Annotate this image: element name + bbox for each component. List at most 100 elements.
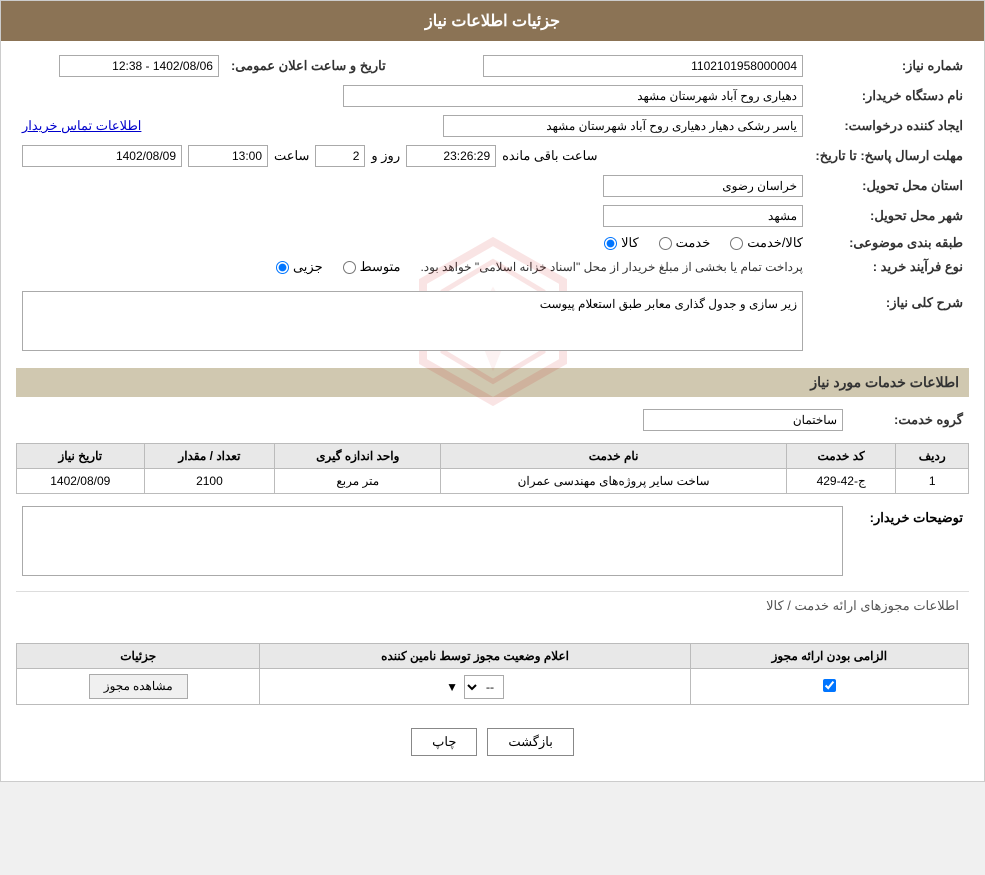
- permit-row: -- ▼ مشاهده مجوز: [17, 669, 969, 705]
- purchase-type-options: پرداخت تمام یا بخشی از مبلغ خریدار از مح…: [16, 255, 809, 279]
- requester-label: ایجاد کننده درخواست:: [809, 111, 969, 141]
- deadline-time-label: ساعت: [274, 148, 309, 164]
- services-section-header: اطلاعات خدمات مورد نیاز: [16, 368, 969, 397]
- purchase-motavasset-label: متوسط: [360, 259, 401, 275]
- deadline-label: مهلت ارسال پاسخ: تا تاریخ:: [809, 141, 969, 171]
- col-service-name: نام خدمت: [441, 444, 787, 469]
- service-group-table: گروه خدمت:: [16, 405, 969, 435]
- row-announcement-number: شماره نیاز: تاریخ و ساعت اعلان عمومی:: [16, 51, 969, 81]
- page-wrapper: جزئیات اطلاعات نیاز شماره نیاز: تاریخ و …: [0, 0, 985, 782]
- spacer: [16, 620, 969, 635]
- services-table: ردیف کد خدمت نام خدمت واحد اندازه گیری ت…: [16, 443, 969, 494]
- remaining-time-input[interactable]: [406, 145, 496, 167]
- permits-table: الزامی بودن ارائه مجوز اعلام وضعیت مجوز …: [16, 643, 969, 705]
- need-desc-textarea[interactable]: زیر سازی و جدول گذاری معابر طبق استعلام …: [22, 291, 803, 351]
- permit-required-checkbox[interactable]: [823, 679, 836, 692]
- row-province: استان محل تحویل:: [16, 171, 969, 201]
- buyer-name-value: [16, 81, 809, 111]
- permit-col-required: الزامی بودن ارائه مجوز: [690, 644, 968, 669]
- need-desc-row: شرح کلی نیاز: زیر سازی و جدول گذاری معاب…: [16, 287, 969, 358]
- remaining-days-label: روز و: [371, 148, 400, 164]
- permit-col-status: اعلام وضعیت مجوز توسط نامین کننده: [260, 644, 690, 669]
- deadline-date-input[interactable]: [22, 145, 182, 167]
- requester-value: [225, 111, 809, 141]
- services-table-body: 1 ج-42-429 ساخت سایر پروژه‌های مهندسی عم…: [17, 469, 969, 494]
- category-khadamat-radio[interactable]: [659, 237, 672, 250]
- permit-status-select[interactable]: --: [464, 675, 504, 699]
- purchase-motavasset-radio[interactable]: [343, 261, 356, 274]
- city-value: [16, 201, 809, 231]
- page-title: جزئیات اطلاعات نیاز: [425, 13, 560, 30]
- category-khadamat-item: خدمت: [659, 235, 711, 251]
- category-khadamat-label: خدمت: [676, 235, 711, 251]
- service-group-input[interactable]: [643, 409, 843, 431]
- announcement-number-value: [406, 51, 809, 81]
- announcement-number-label: شماره نیاز:: [809, 51, 969, 81]
- province-input[interactable]: [603, 175, 803, 197]
- cell-row-num: 1: [896, 469, 969, 494]
- permit-col-details: جزئیات: [17, 644, 260, 669]
- services-table-head: ردیف کد خدمت نام خدمت واحد اندازه گیری ت…: [17, 444, 969, 469]
- buyer-notes-label: توضیحات خریدار:: [849, 502, 969, 583]
- service-group-label: گروه خدمت:: [849, 405, 969, 435]
- requester-input[interactable]: [443, 115, 803, 137]
- cell-qty: 2100: [144, 469, 275, 494]
- row-city: شهر محل تحویل:: [16, 201, 969, 231]
- purchase-desc: پرداخت تمام یا بخشی از مبلغ خریدار از مح…: [420, 260, 803, 274]
- category-kala-label: کالا: [621, 235, 639, 251]
- remaining-days-input[interactable]: [315, 145, 365, 167]
- announce-date-input[interactable]: [59, 55, 219, 77]
- row-deadline: مهلت ارسال پاسخ: تا تاریخ: ساعت باقی مان…: [16, 141, 969, 171]
- dropdown-icon: ▼: [446, 680, 458, 694]
- services-table-header-row: ردیف کد خدمت نام خدمت واحد اندازه گیری ت…: [17, 444, 969, 469]
- permit-status-cell: -- ▼: [260, 669, 690, 705]
- bottom-buttons: بازگشت چاپ: [16, 713, 969, 771]
- row-buyer-name: نام دستگاه خریدار:: [16, 81, 969, 111]
- need-desc-value: زیر سازی و جدول گذاری معابر طبق استعلام …: [16, 287, 809, 358]
- city-input[interactable]: [603, 205, 803, 227]
- province-label: استان محل تحویل:: [809, 171, 969, 201]
- col-service-code: کد خدمت: [786, 444, 895, 469]
- col-qty: تعداد / مقدار: [144, 444, 275, 469]
- buyer-notes-table: توضیحات خریدار:: [16, 502, 969, 583]
- table-row: 1 ج-42-429 ساخت سایر پروژه‌های مهندسی عم…: [17, 469, 969, 494]
- purchase-jozee-radio[interactable]: [276, 261, 289, 274]
- permits-section-title: اطلاعات مجوزهای ارائه خدمت / کالا: [16, 591, 969, 620]
- row-purchase-type: نوع فرآیند خرید : پرداخت تمام یا بخشی از…: [16, 255, 969, 279]
- permit-details-cell: مشاهده مجوز: [17, 669, 260, 705]
- purchase-type-label: نوع فرآیند خرید :: [809, 255, 969, 279]
- main-content: شماره نیاز: تاریخ و ساعت اعلان عمومی: نا…: [1, 41, 984, 781]
- view-permit-button[interactable]: مشاهده مجوز: [89, 674, 188, 699]
- category-kala-radio[interactable]: [604, 237, 617, 250]
- service-group-row: گروه خدمت:: [16, 405, 969, 435]
- category-label: طبقه بندی موضوعی:: [809, 231, 969, 255]
- announcement-number-input[interactable]: [483, 55, 803, 77]
- page-header: جزئیات اطلاعات نیاز: [1, 1, 984, 41]
- deadline-time-input[interactable]: [188, 145, 268, 167]
- print-button[interactable]: چاپ: [411, 728, 477, 756]
- contact-link-cell: اطلاعات تماس خریدار: [16, 111, 225, 141]
- buyer-name-label: نام دستگاه خریدار:: [809, 81, 969, 111]
- need-description-section: شرح کلی نیاز: زیر سازی و جدول گذاری معاب…: [16, 287, 969, 358]
- cell-need-date: 1402/08/09: [17, 469, 145, 494]
- contact-link[interactable]: اطلاعات تماس خریدار: [22, 118, 141, 133]
- permits-table-body: -- ▼ مشاهده مجوز: [17, 669, 969, 705]
- need-desc-table: شرح کلی نیاز: زیر سازی و جدول گذاری معاب…: [16, 287, 969, 358]
- buyer-name-input[interactable]: [343, 85, 803, 107]
- row-category: طبقه بندی موضوعی: کالا/خدمت خدمت کالا: [16, 231, 969, 255]
- category-kala-khadamat-radio[interactable]: [730, 237, 743, 250]
- need-desc-label: شرح کلی نیاز:: [809, 287, 969, 358]
- remaining-suffix: ساعت باقی مانده: [502, 148, 597, 164]
- category-kala-item: کالا: [604, 235, 639, 251]
- cell-service-code: ج-42-429: [786, 469, 895, 494]
- purchase-jozee-label: جزیی: [293, 259, 323, 275]
- province-value: [16, 171, 809, 201]
- buyer-notes-textarea[interactable]: [22, 506, 843, 576]
- cell-service-name: ساخت سایر پروژه‌های مهندسی عمران: [441, 469, 787, 494]
- purchase-jozee-item: جزیی: [276, 259, 323, 275]
- purchase-motavasset-item: متوسط: [343, 259, 401, 275]
- cell-unit: متر مربع: [275, 469, 441, 494]
- city-label: شهر محل تحویل:: [809, 201, 969, 231]
- col-unit: واحد اندازه گیری: [275, 444, 441, 469]
- back-button[interactable]: بازگشت: [487, 728, 573, 756]
